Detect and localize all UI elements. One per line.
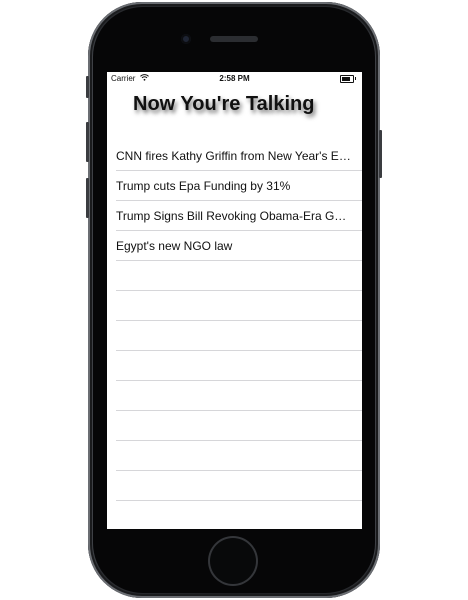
app-screen: Carrier 2:58 PM Now You're Talking CNN f… bbox=[107, 72, 362, 529]
list-item-label: Trump Signs Bill Revoking Obama-Era Gun.… bbox=[116, 209, 352, 223]
battery-fill bbox=[342, 77, 350, 81]
battery-nub bbox=[355, 77, 356, 80]
earpiece-speaker bbox=[210, 36, 258, 42]
list-item[interactable]: Egypt's new NGO law bbox=[116, 231, 362, 261]
list-item[interactable]: CNN fires Kathy Griffin from New Year's … bbox=[116, 141, 362, 171]
list-item[interactable] bbox=[116, 441, 362, 471]
front-camera bbox=[181, 34, 191, 44]
news-list[interactable]: CNN fires Kathy Griffin from New Year's … bbox=[107, 141, 362, 501]
list-item[interactable] bbox=[116, 261, 362, 291]
home-button[interactable] bbox=[210, 538, 256, 584]
battery-icon bbox=[340, 75, 356, 83]
list-item[interactable] bbox=[116, 321, 362, 351]
list-item[interactable] bbox=[116, 411, 362, 441]
power-button bbox=[379, 130, 382, 178]
list-item-label: Trump cuts Epa Funding by 31% bbox=[116, 179, 291, 193]
list-item[interactable] bbox=[116, 381, 362, 411]
list-item[interactable]: Trump cuts Epa Funding by 31% bbox=[116, 171, 362, 201]
volume-up-button bbox=[86, 122, 89, 162]
list-item-label: Egypt's new NGO law bbox=[116, 239, 233, 253]
clock: 2:58 PM bbox=[219, 74, 250, 83]
mute-switch bbox=[86, 76, 89, 98]
list-item[interactable] bbox=[116, 471, 362, 501]
status-bar: Carrier 2:58 PM bbox=[107, 72, 362, 86]
list-item[interactable] bbox=[116, 291, 362, 321]
app-title: Now You're Talking bbox=[133, 93, 315, 115]
list-item[interactable]: Trump Signs Bill Revoking Obama-Era Gun.… bbox=[116, 201, 362, 231]
volume-down-button bbox=[86, 178, 89, 218]
list-item[interactable] bbox=[116, 351, 362, 381]
list-item-label: CNN fires Kathy Griffin from New Year's … bbox=[116, 149, 352, 163]
